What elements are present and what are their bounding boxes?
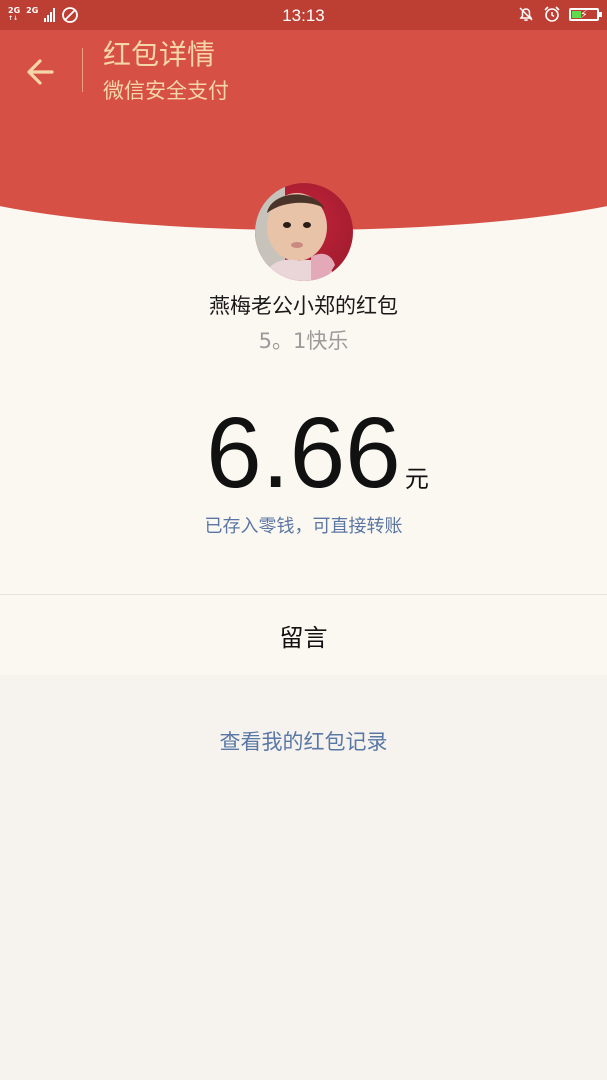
status-time: 13:13: [282, 6, 325, 25]
alarm-icon: [544, 6, 560, 22]
amount-unit: 元: [404, 465, 429, 493]
saved-to-balance-link[interactable]: 已存入零钱，可直接转账: [0, 512, 607, 538]
page-subtitle: 微信安全支付: [103, 79, 229, 103]
section-divider: [0, 594, 607, 595]
status-right: ⚡: [517, 5, 602, 23]
back-button[interactable]: [22, 52, 62, 92]
leave-message-button[interactable]: 留言: [0, 618, 607, 653]
amount-display: 6.66 元: [0, 398, 607, 508]
sender-name: 燕梅老公小郑的红包: [209, 294, 398, 318]
page-title: 红包详情: [103, 38, 216, 71]
avatar[interactable]: [255, 183, 353, 281]
status-bar: 2G ↑↓ 2G 13:13 ⚡: [0, 0, 607, 30]
red-packet-detail-page: 2G ↑↓ 2G 13:13 ⚡ 红包详情 微信安全支付 燕梅老公小郑的红包 5…: [0, 0, 607, 1080]
view-records-link[interactable]: 查看我的红包记录: [0, 726, 607, 756]
back-arrow-icon: [27, 59, 54, 85]
battery-icon: ⚡: [569, 7, 602, 21]
mute-icon: [519, 7, 533, 21]
amount-value: 6.66: [206, 397, 401, 509]
title-divider: [82, 48, 83, 92]
greeting-message: 5。1快乐: [258, 329, 349, 353]
